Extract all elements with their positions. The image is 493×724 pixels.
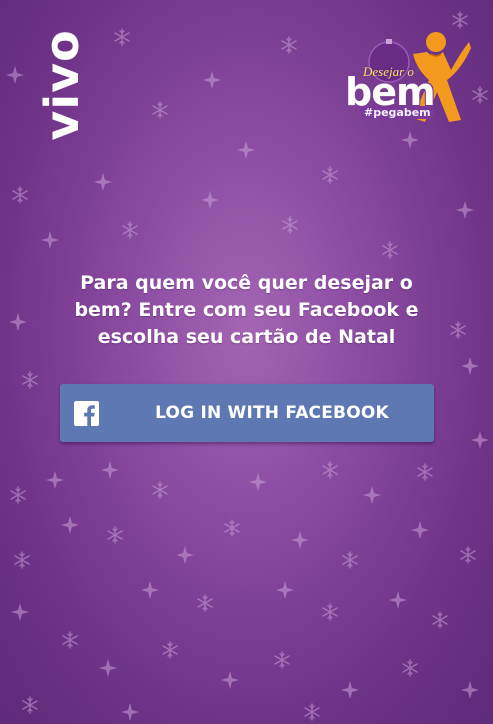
facebook-login-button[interactable]: LOG IN WITH FACEBOOK: [60, 384, 434, 442]
login-screen: vivo Desejar o bem #pegabem Para quem vo…: [0, 0, 493, 724]
facebook-icon: [74, 401, 99, 426]
intro-message: Para quem você quer desejar o bem? Entre…: [74, 272, 419, 348]
vivo-logo: vivo: [35, 20, 89, 150]
campaign-logo: Desejar o bem #pegabem: [343, 30, 473, 130]
facebook-login-label: LOG IN WITH FACEBOOK: [155, 403, 389, 423]
campaign-hashtag: #pegabem: [361, 106, 434, 119]
vivo-logo-text: vivo: [35, 29, 89, 141]
